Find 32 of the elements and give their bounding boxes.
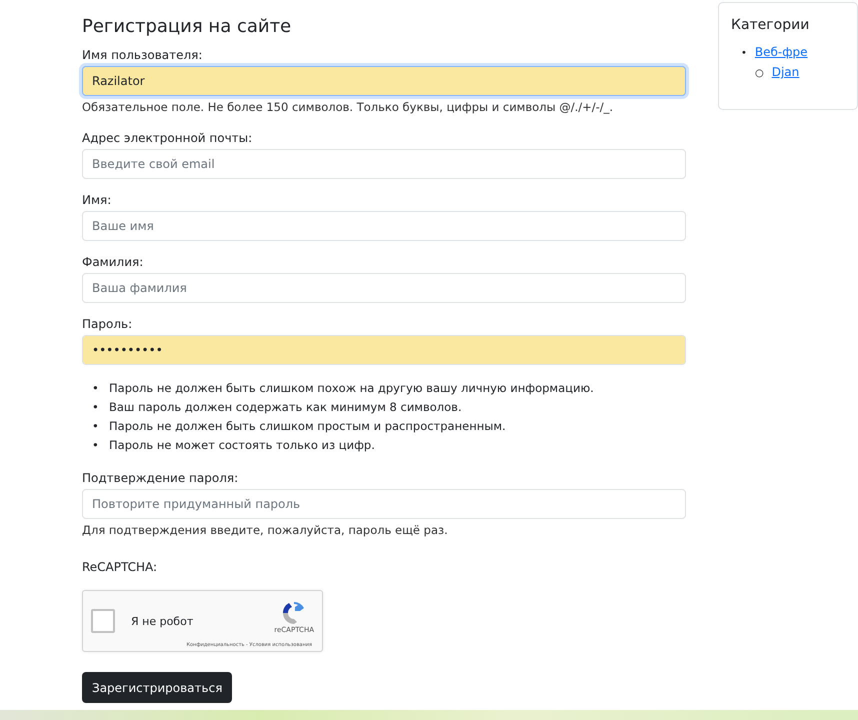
field-label: Подтверждение пароля: xyxy=(82,470,240,487)
input-field[interactable]: •••••••••• xyxy=(82,335,686,365)
field-label: Фамилия: xyxy=(82,254,144,271)
field-label: Пароль: xyxy=(82,316,134,333)
page-title: Регистрация на сайте xyxy=(82,15,292,39)
input-field[interactable]: Ваше имя xyxy=(82,211,686,241)
captcha-checkbox[interactable] xyxy=(91,609,115,633)
bullet-marker: ○ xyxy=(755,68,764,79)
password-hint: Пароль не должен быть слишком простым и распространенным. xyxy=(109,418,506,435)
password-hint: Ваш пароль должен содержать как минимум 8 символов. xyxy=(109,399,462,416)
bullet-marker: • xyxy=(741,48,747,59)
card-title: Категории xyxy=(731,17,810,33)
field-label: Имя: xyxy=(82,192,112,209)
captcha-label: Я не робот xyxy=(131,614,194,628)
bullet-marker: • xyxy=(92,380,100,397)
input-field[interactable]: Razilator xyxy=(82,66,686,96)
password-hint: Пароль не может состоять только из цифр. xyxy=(109,437,375,454)
field-label: Имя пользователя: xyxy=(82,47,204,64)
bullet-marker: • xyxy=(92,399,100,416)
help-text: Для подтверждения введите, пожалуйста, пароль ещё раз. xyxy=(82,522,449,538)
category-link[interactable]: Djan xyxy=(772,65,800,79)
register-button[interactable]: Зарегистрироваться xyxy=(82,672,232,703)
help-text: Обязательное поле. Не более 150 символов. Только буквы, цифры и символы @/./+/-/_. xyxy=(82,99,614,115)
bullet-marker: • xyxy=(92,418,100,435)
password-hint: Пароль не должен быть слишком похож на другую вашу личную информацию. xyxy=(109,380,594,397)
category-link[interactable]: Веб-фре xyxy=(754,45,808,59)
bullet-marker: • xyxy=(92,437,100,454)
field-label: ReCAPTCHA: xyxy=(82,559,158,576)
field-label: Адрес электронной почты: xyxy=(82,130,254,147)
input-field[interactable]: Введите свой email xyxy=(82,149,686,179)
input-field[interactable]: Повторите придуманный пароль xyxy=(82,489,686,519)
input-field[interactable]: Ваша фамилия xyxy=(82,273,686,303)
